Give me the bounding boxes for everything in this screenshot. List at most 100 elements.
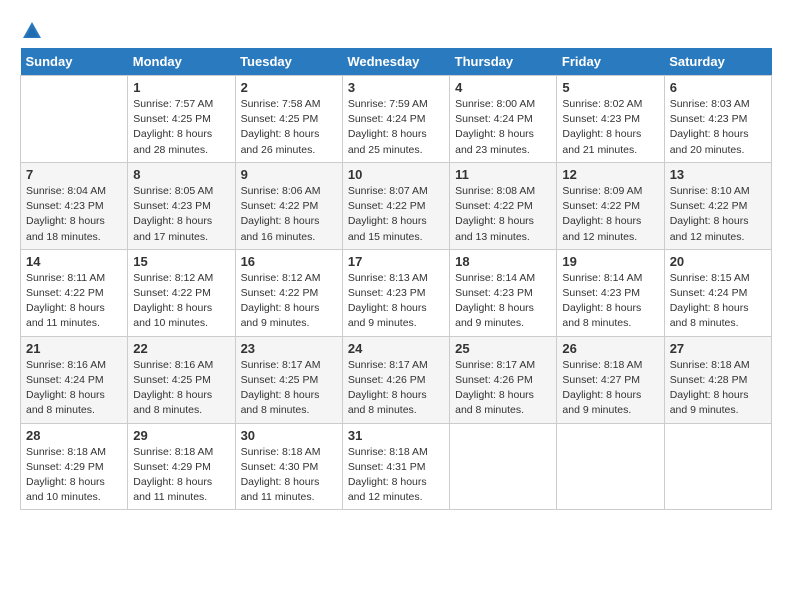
day-info: Sunrise: 8:06 AMSunset: 4:22 PMDaylight:… <box>241 184 337 245</box>
calendar-table: SundayMondayTuesdayWednesdayThursdayFrid… <box>20 48 772 510</box>
day-info: Sunrise: 8:16 AMSunset: 4:24 PMDaylight:… <box>26 358 122 419</box>
day-number: 9 <box>241 167 337 182</box>
calendar-cell <box>557 423 664 510</box>
calendar-cell: 19 Sunrise: 8:14 AMSunset: 4:23 PMDayligh… <box>557 249 664 336</box>
calendar-week-row: 7 Sunrise: 8:04 AMSunset: 4:23 PMDaylight… <box>21 162 772 249</box>
weekday-header-row: SundayMondayTuesdayWednesdayThursdayFrid… <box>21 48 772 76</box>
day-number: 1 <box>133 80 229 95</box>
calendar-cell: 5Sunrise: 8:02 AMSunset: 4:23 PMDaylight… <box>557 76 664 163</box>
calendar-cell: 2 Sunrise: 7:58 AMSunset: 4:25 PMDaylight… <box>235 76 342 163</box>
day-info: Sunrise: 8:17 AMSunset: 4:25 PMDaylight:… <box>241 358 337 419</box>
calendar-cell: 27 Sunrise: 8:18 AMSunset: 4:28 PMDayligh… <box>664 336 771 423</box>
day-number: 4 <box>455 80 551 95</box>
day-info: Sunrise: 8:03 AMSunset: 4:23 PMDaylight:… <box>670 97 766 158</box>
day-info: Sunrise: 7:59 AMSunset: 4:24 PMDaylight:… <box>348 97 444 158</box>
day-number: 15 <box>133 254 229 269</box>
day-number: 20 <box>670 254 766 269</box>
day-number: 6 <box>670 80 766 95</box>
calendar-cell: 10Sunrise: 8:07 AMSunset: 4:22 PMDayligh… <box>342 162 449 249</box>
calendar-cell: 6 Sunrise: 8:03 AMSunset: 4:23 PMDaylight… <box>664 76 771 163</box>
logo <box>20 20 43 38</box>
day-info: Sunrise: 8:04 AMSunset: 4:23 PMDaylight:… <box>26 184 122 245</box>
day-number: 2 <box>241 80 337 95</box>
calendar-cell: 23 Sunrise: 8:17 AMSunset: 4:25 PMDayligh… <box>235 336 342 423</box>
day-info: Sunrise: 8:13 AMSunset: 4:23 PMDaylight:… <box>348 271 444 332</box>
day-number: 7 <box>26 167 122 182</box>
calendar-cell: 15 Sunrise: 8:12 AMSunset: 4:22 PMDayligh… <box>128 249 235 336</box>
day-info: Sunrise: 8:18 AMSunset: 4:27 PMDaylight:… <box>562 358 658 419</box>
day-info: Sunrise: 8:05 AMSunset: 4:23 PMDaylight:… <box>133 184 229 245</box>
calendar-cell <box>664 423 771 510</box>
calendar-cell: 14 Sunrise: 8:11 AMSunset: 4:22 PMDayligh… <box>21 249 128 336</box>
day-number: 3 <box>348 80 444 95</box>
day-info: Sunrise: 8:18 AMSunset: 4:29 PMDaylight:… <box>133 445 229 506</box>
day-number: 8 <box>133 167 229 182</box>
day-info: Sunrise: 8:17 AMSunset: 4:26 PMDaylight:… <box>455 358 551 419</box>
day-info: Sunrise: 8:07 AMSunset: 4:22 PMDaylight:… <box>348 184 444 245</box>
day-info: Sunrise: 7:58 AMSunset: 4:25 PMDaylight:… <box>241 97 337 158</box>
day-info: Sunrise: 8:18 AMSunset: 4:29 PMDaylight:… <box>26 445 122 506</box>
day-info: Sunrise: 8:18 AMSunset: 4:31 PMDaylight:… <box>348 445 444 506</box>
day-info: Sunrise: 8:17 AMSunset: 4:26 PMDaylight:… <box>348 358 444 419</box>
day-number: 22 <box>133 341 229 356</box>
day-info: Sunrise: 7:57 AMSunset: 4:25 PMDaylight:… <box>133 97 229 158</box>
day-number: 23 <box>241 341 337 356</box>
calendar-cell: 13 Sunrise: 8:10 AMSunset: 4:22 PMDayligh… <box>664 162 771 249</box>
calendar-cell: 30 Sunrise: 8:18 AMSunset: 4:30 PMDayligh… <box>235 423 342 510</box>
day-number: 29 <box>133 428 229 443</box>
day-number: 13 <box>670 167 766 182</box>
day-info: Sunrise: 8:12 AMSunset: 4:22 PMDaylight:… <box>241 271 337 332</box>
day-info: Sunrise: 8:14 AMSunset: 4:23 PMDaylight:… <box>455 271 551 332</box>
logo-icon <box>21 20 43 42</box>
calendar-cell: 31 Sunrise: 8:18 AMSunset: 4:31 PMDayligh… <box>342 423 449 510</box>
day-info: Sunrise: 8:02 AMSunset: 4:23 PMDaylight:… <box>562 97 658 158</box>
day-number: 28 <box>26 428 122 443</box>
calendar-cell <box>450 423 557 510</box>
calendar-cell: 22 Sunrise: 8:16 AMSunset: 4:25 PMDayligh… <box>128 336 235 423</box>
day-number: 25 <box>455 341 551 356</box>
day-info: Sunrise: 8:14 AMSunset: 4:23 PMDaylight:… <box>562 271 658 332</box>
calendar-cell: 21 Sunrise: 8:16 AMSunset: 4:24 PMDayligh… <box>21 336 128 423</box>
day-number: 19 <box>562 254 658 269</box>
weekday-header-tuesday: Tuesday <box>235 48 342 76</box>
weekday-header-friday: Friday <box>557 48 664 76</box>
calendar-cell: 3 Sunrise: 7:59 AMSunset: 4:24 PMDaylight… <box>342 76 449 163</box>
calendar-week-row: 21 Sunrise: 8:16 AMSunset: 4:24 PMDayligh… <box>21 336 772 423</box>
calendar-cell: 16 Sunrise: 8:12 AMSunset: 4:22 PMDayligh… <box>235 249 342 336</box>
day-info: Sunrise: 8:16 AMSunset: 4:25 PMDaylight:… <box>133 358 229 419</box>
weekday-header-monday: Monday <box>128 48 235 76</box>
calendar-week-row: 14 Sunrise: 8:11 AMSunset: 4:22 PMDayligh… <box>21 249 772 336</box>
day-number: 26 <box>562 341 658 356</box>
day-info: Sunrise: 8:18 AMSunset: 4:28 PMDaylight:… <box>670 358 766 419</box>
weekday-header-wednesday: Wednesday <box>342 48 449 76</box>
day-number: 16 <box>241 254 337 269</box>
day-number: 31 <box>348 428 444 443</box>
page-header <box>20 20 772 38</box>
weekday-header-saturday: Saturday <box>664 48 771 76</box>
weekday-header-sunday: Sunday <box>21 48 128 76</box>
calendar-week-row: 1 Sunrise: 7:57 AMSunset: 4:25 PMDaylight… <box>21 76 772 163</box>
calendar-cell: 18 Sunrise: 8:14 AMSunset: 4:23 PMDayligh… <box>450 249 557 336</box>
day-info: Sunrise: 8:08 AMSunset: 4:22 PMDaylight:… <box>455 184 551 245</box>
calendar-cell: 17Sunrise: 8:13 AMSunset: 4:23 PMDayligh… <box>342 249 449 336</box>
day-info: Sunrise: 8:09 AMSunset: 4:22 PMDaylight:… <box>562 184 658 245</box>
calendar-cell: 8 Sunrise: 8:05 AMSunset: 4:23 PMDaylight… <box>128 162 235 249</box>
calendar-cell: 7 Sunrise: 8:04 AMSunset: 4:23 PMDaylight… <box>21 162 128 249</box>
day-info: Sunrise: 8:12 AMSunset: 4:22 PMDaylight:… <box>133 271 229 332</box>
calendar-cell: 12Sunrise: 8:09 AMSunset: 4:22 PMDayligh… <box>557 162 664 249</box>
day-number: 21 <box>26 341 122 356</box>
day-number: 18 <box>455 254 551 269</box>
day-info: Sunrise: 8:18 AMSunset: 4:30 PMDaylight:… <box>241 445 337 506</box>
calendar-week-row: 28 Sunrise: 8:18 AMSunset: 4:29 PMDayligh… <box>21 423 772 510</box>
day-number: 11 <box>455 167 551 182</box>
calendar-cell: 26 Sunrise: 8:18 AMSunset: 4:27 PMDayligh… <box>557 336 664 423</box>
calendar-cell: 24Sunrise: 8:17 AMSunset: 4:26 PMDayligh… <box>342 336 449 423</box>
day-number: 30 <box>241 428 337 443</box>
day-info: Sunrise: 8:11 AMSunset: 4:22 PMDaylight:… <box>26 271 122 332</box>
day-number: 14 <box>26 254 122 269</box>
day-info: Sunrise: 8:00 AMSunset: 4:24 PMDaylight:… <box>455 97 551 158</box>
day-info: Sunrise: 8:10 AMSunset: 4:22 PMDaylight:… <box>670 184 766 245</box>
calendar-cell: 11 Sunrise: 8:08 AMSunset: 4:22 PMDayligh… <box>450 162 557 249</box>
weekday-header-thursday: Thursday <box>450 48 557 76</box>
day-number: 27 <box>670 341 766 356</box>
